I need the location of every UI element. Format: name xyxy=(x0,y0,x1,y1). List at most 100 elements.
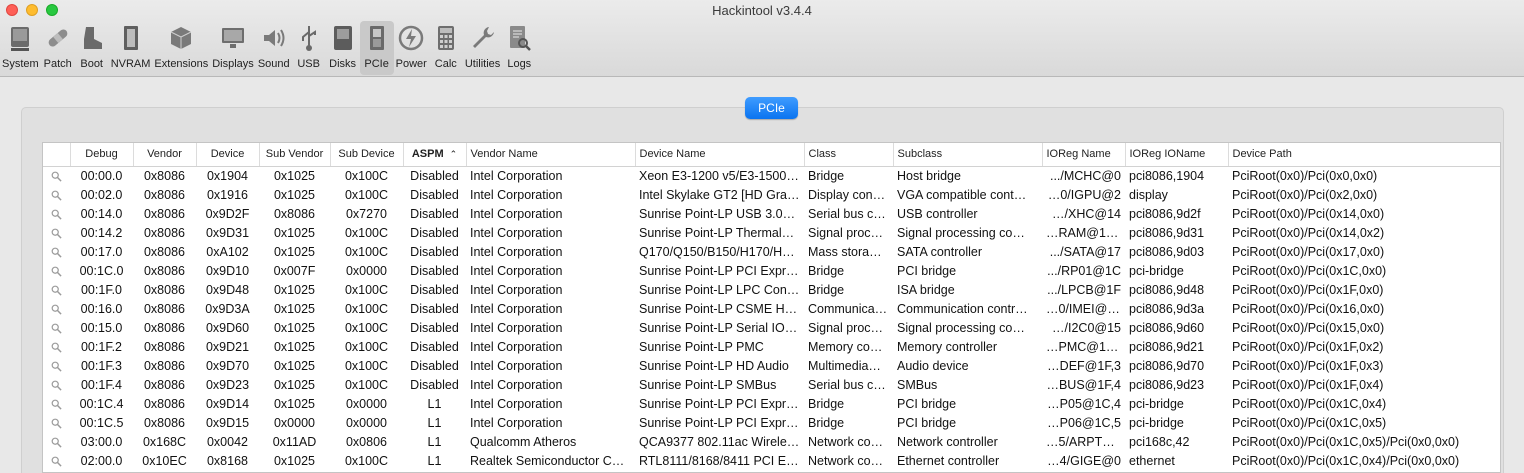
magnifier-icon[interactable] xyxy=(51,380,62,391)
toolbar-item-calc[interactable]: Calc xyxy=(429,21,463,75)
toolbar-item-power[interactable]: Power xyxy=(394,21,429,75)
magnifier-icon[interactable] xyxy=(51,342,62,353)
table-row[interactable]: 00:17.0 0x8086 0xA102 0x1025 0x100C Disabled I… xyxy=(43,242,1500,261)
table-row[interactable]: 00:1C.5 0x8086 0x9D15 0x0000 0x0000 L1 Intel C… xyxy=(43,413,1500,432)
table-row[interactable]: 00:1F.2 0x8086 0x9D21 0x1025 0x100C Disabled I… xyxy=(43,337,1500,356)
column-header-vendor-name[interactable]: Vendor Name xyxy=(466,143,636,167)
cell-device: 0x9D2F xyxy=(205,206,250,221)
table-row[interactable]: 00:16.0 0x8086 0x9D3A 0x1025 0x100C Disabled I… xyxy=(43,299,1500,318)
cell-vendor-name: Intel Corporation xyxy=(470,320,563,335)
cell-debug: 00:17.0 xyxy=(80,244,123,259)
inspect-cell[interactable] xyxy=(43,223,70,242)
magnifier-icon[interactable] xyxy=(51,228,62,239)
table-row[interactable]: 00:14.0 0x8086 0x9D2F 0x8086 0x7270 Disabled I… xyxy=(43,204,1500,223)
cell-debug: 00:1C.0 xyxy=(79,263,124,278)
magnifier-icon[interactable] xyxy=(51,266,62,277)
table-row[interactable]: 00:1F.0 0x8086 0x9D48 0x1025 0x100C Disabled I… xyxy=(43,280,1500,299)
inspect-cell[interactable] xyxy=(43,451,70,470)
cell-sub-vendor: 0x1025 xyxy=(273,396,315,411)
toolbar-item-pcie[interactable]: PCIe xyxy=(359,21,394,75)
inspect-cell[interactable] xyxy=(43,356,70,375)
magnifier-icon[interactable] xyxy=(51,247,62,258)
toolbar-item-boot[interactable]: Boot xyxy=(75,21,109,75)
cell-ioreg-ioname: pci-bridge xyxy=(1129,263,1184,278)
table-row[interactable]: 00:00.0 0x8086 0x1904 0x1025 0x100C Disabled I… xyxy=(43,166,1500,185)
cell-device-path: PciRoot(0x0)/Pci(0x1F,0x2) xyxy=(1232,339,1384,354)
toolbar-item-extensions[interactable]: Extensions xyxy=(152,21,210,75)
magnifier-icon[interactable] xyxy=(51,418,62,429)
column-header-vendor[interactable]: Vendor xyxy=(133,143,197,167)
magnifier-icon[interactable] xyxy=(51,323,62,334)
cell-device-name: Sunrise Point-LP HD Audio xyxy=(639,358,789,373)
magnifier-icon[interactable] xyxy=(51,437,62,448)
column-header-subclass[interactable]: Subclass xyxy=(893,143,1043,167)
inspect-cell[interactable] xyxy=(43,299,70,318)
inspect-cell[interactable] xyxy=(43,166,70,185)
toolbar-item-disks[interactable]: Disks xyxy=(326,21,360,75)
inspect-cell[interactable] xyxy=(43,337,70,356)
toolbar-item-system[interactable]: System xyxy=(0,21,41,75)
column-header-label: ASPM xyxy=(411,148,444,161)
column-header-device-path[interactable]: Device Path xyxy=(1228,143,1500,167)
magnifier-icon[interactable] xyxy=(51,456,62,467)
inspect-cell[interactable] xyxy=(43,318,70,337)
pcie-segment-button[interactable]: PCIe xyxy=(745,97,798,119)
toolbar-item-displays[interactable]: Displays xyxy=(210,21,256,75)
column-header-aspm[interactable]: ASPM ⌃ xyxy=(403,143,467,167)
column-header-sub-device[interactable]: Sub Device xyxy=(330,143,404,167)
table-row[interactable]: 00:14.2 0x8086 0x9D31 0x1025 0x100C Disabled I… xyxy=(43,223,1500,242)
toolbar-item-label: Utilities xyxy=(464,58,501,70)
magnifier-icon[interactable] xyxy=(51,361,62,372)
cell-vendor: 0x8086 xyxy=(143,187,185,202)
inspect-cell[interactable] xyxy=(43,375,70,394)
toolbar-item-nvram[interactable]: NVRAM xyxy=(109,21,153,75)
column-header-debug[interactable]: Debug xyxy=(70,143,134,167)
inspect-cell[interactable] xyxy=(43,261,70,280)
inspect-cell[interactable] xyxy=(43,204,70,223)
cell-vendor: 0x8086 xyxy=(143,282,185,297)
window-title: Hackintool v3.4.4 xyxy=(712,3,812,18)
column-header-ioreg-ioname[interactable]: IOReg IOName xyxy=(1125,143,1229,167)
column-header-device-name[interactable]: Device Name xyxy=(635,143,805,167)
cell-device: 0x9D60 xyxy=(205,320,250,335)
column-header-class[interactable]: Class xyxy=(804,143,894,167)
column-header-inspect[interactable] xyxy=(43,143,71,167)
inspect-cell[interactable] xyxy=(43,242,70,261)
table-row[interactable]: 00:15.0 0x8086 0x9D60 0x1025 0x100C Disabled I… xyxy=(43,318,1500,337)
toolbar-item-logs[interactable]: Logs xyxy=(502,21,536,75)
column-header-ioreg-name[interactable]: IOReg Name xyxy=(1042,143,1126,167)
cell-device: 0x9D31 xyxy=(205,225,250,240)
inspect-cell[interactable] xyxy=(43,394,70,413)
toolbar-item-sound[interactable]: Sound xyxy=(256,21,292,75)
column-header-label: Device xyxy=(210,148,245,161)
inspect-cell[interactable] xyxy=(43,280,70,299)
column-header-label: Subclass xyxy=(897,148,943,161)
table-row[interactable]: 00:02.0 0x8086 0x1916 0x1025 0x100C Disabled I… xyxy=(43,185,1500,204)
magnifier-icon[interactable] xyxy=(51,209,62,220)
toolbar-item-usb[interactable]: USB xyxy=(292,21,326,75)
table-row[interactable]: 00:1C.4 0x8086 0x9D14 0x1025 0x0000 L1 Intel C… xyxy=(43,394,1500,413)
table-row[interactable]: 02:00.0 0x10EC 0x8168 0x1025 0x100C L1 Realtek… xyxy=(43,451,1500,470)
table-row[interactable]: 00:1C.0 0x8086 0x9D10 0x007F 0x0000 Disabled I… xyxy=(43,261,1500,280)
cell-ioreg-ioname: pci8086,1904 xyxy=(1129,168,1205,183)
inspect-cell[interactable] xyxy=(43,185,70,204)
table-row[interactable]: 00:1F.3 0x8086 0x9D70 0x1025 0x100C Disabled I… xyxy=(43,356,1500,375)
table-row[interactable]: 00:1F.4 0x8086 0x9D23 0x1025 0x100C Disabled I… xyxy=(43,375,1500,394)
cell-vendor: 0x8086 xyxy=(143,263,185,278)
magnifier-icon[interactable] xyxy=(51,285,62,296)
inspect-cell[interactable] xyxy=(43,432,70,451)
inspect-cell[interactable] xyxy=(43,413,70,432)
magnifier-icon[interactable] xyxy=(51,399,62,410)
toolbar-item-utilities[interactable]: Utilities xyxy=(463,21,502,75)
column-header-device[interactable]: Device xyxy=(196,143,260,167)
pcie-device-table[interactable]: Debug Vendor Device Sub Vendor Sub Device ASP… xyxy=(42,142,1501,473)
magnifier-icon[interactable] xyxy=(51,190,62,201)
table-row[interactable]: 03:00.0 0x168C 0x0042 0x11AD 0x0806 L1 Qualcom… xyxy=(43,432,1500,451)
cell-debug: 00:16.0 xyxy=(80,301,123,316)
cell-vendor: 0x8086 xyxy=(143,396,185,411)
magnifier-icon[interactable] xyxy=(51,171,62,182)
cell-ioreg-ioname: ethernet xyxy=(1129,453,1175,468)
column-header-sub-vendor[interactable]: Sub Vendor xyxy=(259,143,331,167)
toolbar-item-patch[interactable]: Patch xyxy=(41,21,75,75)
magnifier-icon[interactable] xyxy=(51,304,62,315)
